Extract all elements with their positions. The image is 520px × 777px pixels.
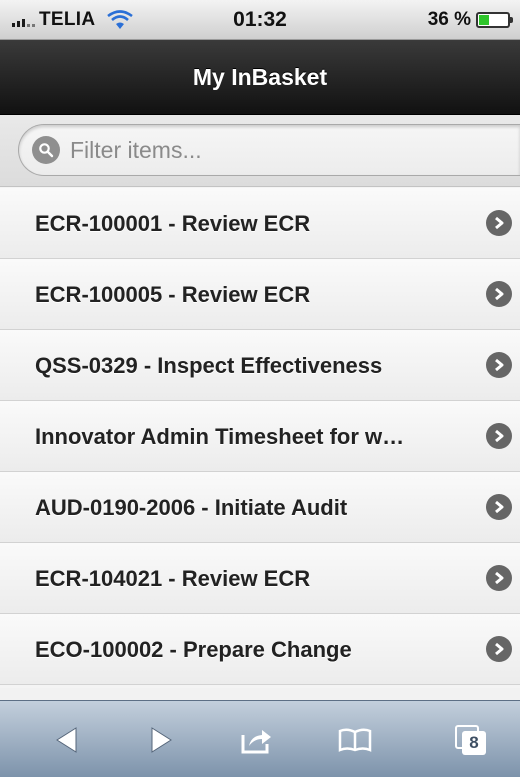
chevron-right-icon[interactable]	[486, 352, 512, 378]
search-icon	[32, 136, 60, 164]
inbasket-list: ECR-100001 - Review ECR ECR-100005 - Rev…	[0, 188, 520, 688]
wifi-icon	[107, 10, 134, 29]
chevron-right-icon[interactable]	[486, 210, 512, 236]
browser-toolbar: 8	[0, 700, 520, 777]
share-button[interactable]	[222, 701, 292, 777]
tabs-button[interactable]: 8	[436, 701, 506, 777]
forward-button[interactable]	[126, 701, 196, 777]
navigation-bar: My InBasket	[0, 40, 520, 115]
status-right: 36 %	[427, 0, 513, 40]
tabs-icon: 8	[455, 724, 487, 755]
list-item[interactable]: ECR-104021 - Review ECR	[0, 543, 520, 614]
list-item[interactable]: QSS-0329 - Inspect Effectiveness	[0, 330, 520, 401]
chevron-right-icon[interactable]	[486, 423, 512, 449]
list-item-label: ECR-100001 - Review ECR	[35, 211, 311, 236]
list-item-label: Innovator Admin Timesheet for w…	[35, 424, 405, 449]
bookmarks-icon	[338, 727, 372, 752]
list-item[interactable]: ECR-100001 - Review ECR	[0, 188, 520, 259]
page-title: My InBasket	[192, 64, 328, 90]
list-item[interactable]: ECO-100002 - Prepare Change	[0, 614, 520, 685]
search-area	[0, 115, 520, 187]
battery-percent: 36 %	[427, 9, 471, 30]
status-bar: TELIA 01:32 36 %	[0, 0, 520, 40]
forward-icon	[151, 726, 172, 753]
list-item-label: QSS-0329 - Inspect Effectiveness	[35, 353, 383, 378]
bookmarks-button[interactable]	[320, 701, 390, 777]
carrier-name: TELIA	[39, 9, 96, 30]
list-item-label: AUD-0190-2006 - Initiate Audit	[35, 495, 348, 520]
tabs-count: 8	[462, 730, 486, 755]
search-input[interactable]	[70, 130, 520, 170]
list-item-label: ECR-104021 - Review ECR	[35, 566, 311, 591]
list-item-label: ECR-100005 - Review ECR	[35, 282, 311, 307]
chevron-right-icon[interactable]	[486, 636, 512, 662]
list-item[interactable]: ECR-100005 - Review ECR	[0, 259, 520, 330]
chevron-right-icon[interactable]	[486, 281, 512, 307]
back-button[interactable]	[32, 701, 102, 777]
list-item[interactable]: Innovator Admin Timesheet for w…	[0, 401, 520, 472]
list-spacer	[0, 688, 520, 700]
signal-strength-icon	[12, 13, 35, 27]
search-box[interactable]	[18, 124, 520, 176]
chevron-right-icon[interactable]	[486, 494, 512, 520]
status-left: TELIA	[12, 0, 134, 40]
battery-level	[479, 15, 489, 25]
list-item-label: ECO-100002 - Prepare Change	[35, 637, 352, 662]
battery-icon	[476, 12, 513, 28]
chevron-right-icon[interactable]	[486, 565, 512, 591]
list-item[interactable]: AUD-0190-2006 - Initiate Audit	[0, 472, 520, 543]
share-icon	[241, 729, 271, 753]
back-icon	[56, 726, 77, 753]
